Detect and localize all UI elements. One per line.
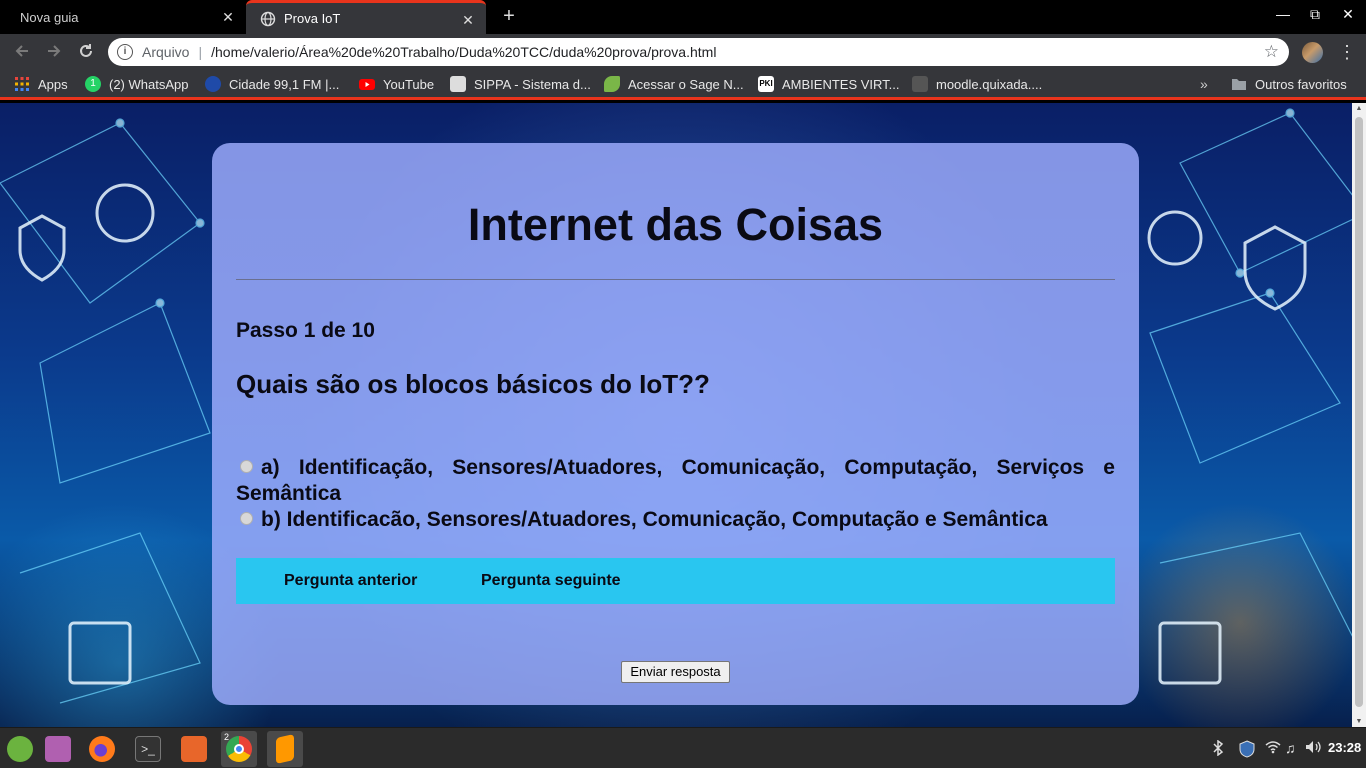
close-tab-icon[interactable]: ✕ xyxy=(220,9,236,25)
submit-answer-button[interactable]: Enviar resposta xyxy=(621,661,730,683)
question-text: Quais são os blocos básicos do IoT?? xyxy=(236,369,710,399)
show-desktop-button[interactable] xyxy=(40,731,76,767)
apps-grid-icon xyxy=(14,76,30,92)
bookmark-moodle[interactable]: moodle.quixada.... xyxy=(912,76,1042,92)
scroll-down-icon[interactable]: ▼ xyxy=(1355,718,1363,725)
bookmark-label: AMBIENTES VIRT... xyxy=(782,76,900,92)
page-viewport: Internet das Coisas Passo 1 de 10 Quais … xyxy=(0,103,1366,727)
sage-icon xyxy=(604,76,620,92)
sublime-taskbar-button[interactable] xyxy=(267,731,303,767)
firefox-icon xyxy=(89,736,115,762)
back-icon[interactable] xyxy=(12,42,32,62)
whatsapp-icon: 1 xyxy=(85,76,101,92)
browser-toolbar: i Arquivo | /home/valerio/Área%20de%20Tr… xyxy=(0,34,1366,70)
moodle-icon xyxy=(912,76,928,92)
new-tab-button[interactable]: + xyxy=(498,5,520,27)
radio-button[interactable] xyxy=(240,512,253,526)
volume-icon[interactable] xyxy=(1305,740,1321,757)
info-icon[interactable]: i xyxy=(117,44,133,60)
wifi-icon[interactable] xyxy=(1265,740,1281,757)
title-divider xyxy=(236,279,1115,280)
tab-label: Prova IoT xyxy=(284,11,341,26)
radio-button[interactable] xyxy=(240,460,253,474)
reload-icon[interactable] xyxy=(76,42,96,62)
bookmark-label: Acessar o Sage N... xyxy=(628,76,744,92)
option-label: a) Identificação, Sensores/Atuadores, Co… xyxy=(236,456,1115,505)
bookmark-whatsapp[interactable]: 1 (2) WhatsApp xyxy=(85,76,188,92)
bookmark-sippa[interactable]: SIPPA - Sistema d... xyxy=(450,76,591,92)
mint-menu-button[interactable] xyxy=(2,731,38,767)
bookmark-other-favorites[interactable]: Outros favoritos xyxy=(1231,76,1347,92)
chrome-taskbar-button[interactable]: 2 xyxy=(221,731,257,767)
terminal-icon: >_ xyxy=(135,736,161,762)
scroll-up-icon[interactable]: ▲ xyxy=(1355,105,1363,112)
files-icon xyxy=(181,736,207,762)
bluetooth-icon[interactable] xyxy=(1212,739,1224,759)
minimize-button[interactable]: — xyxy=(1273,6,1293,22)
sippa-icon xyxy=(450,76,466,92)
bookmarks-overflow-icon[interactable]: » xyxy=(1200,76,1208,92)
profile-avatar[interactable] xyxy=(1302,42,1323,63)
step-indicator: Passo 1 de 10 xyxy=(236,319,375,342)
address-url[interactable]: /home/valerio/Área%20de%20Trabalho/Duda%… xyxy=(211,44,716,60)
folder-icon xyxy=(1231,76,1247,92)
bookmark-youtube[interactable]: YouTube xyxy=(359,76,434,92)
answer-option-b[interactable]: b) Identificacão, Sensores/Atuadores, Co… xyxy=(236,507,1115,533)
sublime-icon xyxy=(276,734,294,764)
bookmark-star-icon[interactable]: ☆ xyxy=(1264,42,1279,62)
tab-strip: Nova guia ✕ Prova IoT ✕ + — ⧉ ✕ xyxy=(0,0,1366,34)
scrollbar-thumb[interactable] xyxy=(1355,117,1363,707)
question-nav-bar: Pergunta anterior Pergunta seguinte xyxy=(236,558,1115,604)
tab-prova-iot[interactable]: Prova IoT ✕ xyxy=(246,0,486,34)
bookmarks-bar: Apps 1 (2) WhatsApp Cidade 99,1 FM |... … xyxy=(0,70,1366,100)
option-label: b) Identificacão, Sensores/Atuadores, Co… xyxy=(261,508,1048,531)
taskbar: >_ 2 ♫ 23:28 xyxy=(0,727,1366,768)
chrome-icon xyxy=(226,736,252,762)
show-desktop-icon xyxy=(45,736,71,762)
vertical-scrollbar[interactable]: ▲ ▼ xyxy=(1352,103,1366,727)
bookmark-label: moodle.quixada.... xyxy=(936,76,1043,92)
radio-icon xyxy=(205,76,221,92)
quiz-card: Internet das Coisas Passo 1 de 10 Quais … xyxy=(212,143,1139,705)
terminal-launcher[interactable]: >_ xyxy=(130,731,166,767)
address-bar[interactable]: i Arquivo | /home/valerio/Área%20de%20Tr… xyxy=(108,38,1289,66)
bookmark-apps[interactable]: Apps xyxy=(14,76,68,92)
shield-update-icon[interactable] xyxy=(1238,740,1256,761)
menu-kebab-icon[interactable]: ⋮ xyxy=(1338,42,1356,62)
music-note-icon[interactable]: ♫ xyxy=(1285,740,1296,756)
bookmark-ambientes[interactable]: PKI AMBIENTES VIRT... xyxy=(758,76,900,92)
bookmark-label: (2) WhatsApp xyxy=(109,76,189,92)
bookmark-label: Apps xyxy=(38,76,68,92)
mint-menu-icon xyxy=(7,736,33,762)
pki-icon: PKI xyxy=(758,76,774,92)
forward-icon[interactable] xyxy=(44,42,64,62)
bookmark-sage[interactable]: Acessar o Sage N... xyxy=(604,76,744,92)
address-scheme: Arquivo xyxy=(142,44,190,60)
system-clock[interactable]: 23:28 xyxy=(1328,740,1361,755)
address-separator: | xyxy=(198,44,203,60)
tab-label: Nova guia xyxy=(20,9,79,25)
maximize-button[interactable]: ⧉ xyxy=(1305,6,1325,23)
bookmark-label: SIPPA - Sistema d... xyxy=(474,76,591,92)
answer-option-a[interactable]: a) Identificação, Sensores/Atuadores, Co… xyxy=(236,455,1115,507)
globe-icon xyxy=(260,11,276,27)
youtube-icon xyxy=(359,76,375,92)
tab-nova-guia[interactable]: Nova guia ✕ xyxy=(0,0,246,34)
next-question-link[interactable]: Pergunta seguinte xyxy=(481,572,621,590)
close-tab-icon[interactable]: ✕ xyxy=(460,12,476,28)
bookmark-label: YouTube xyxy=(383,76,435,92)
close-window-button[interactable]: ✕ xyxy=(1338,6,1358,23)
bookmark-label: Cidade 99,1 FM |... xyxy=(229,76,340,92)
bookmark-cidade-fm[interactable]: Cidade 99,1 FM |... xyxy=(205,76,339,92)
previous-question-link[interactable]: Pergunta anterior xyxy=(284,572,417,590)
files-launcher[interactable] xyxy=(176,731,212,767)
page-title: Internet das Coisas xyxy=(467,199,884,250)
bookmark-label: Outros favoritos xyxy=(1255,76,1347,92)
firefox-launcher[interactable] xyxy=(84,731,120,767)
